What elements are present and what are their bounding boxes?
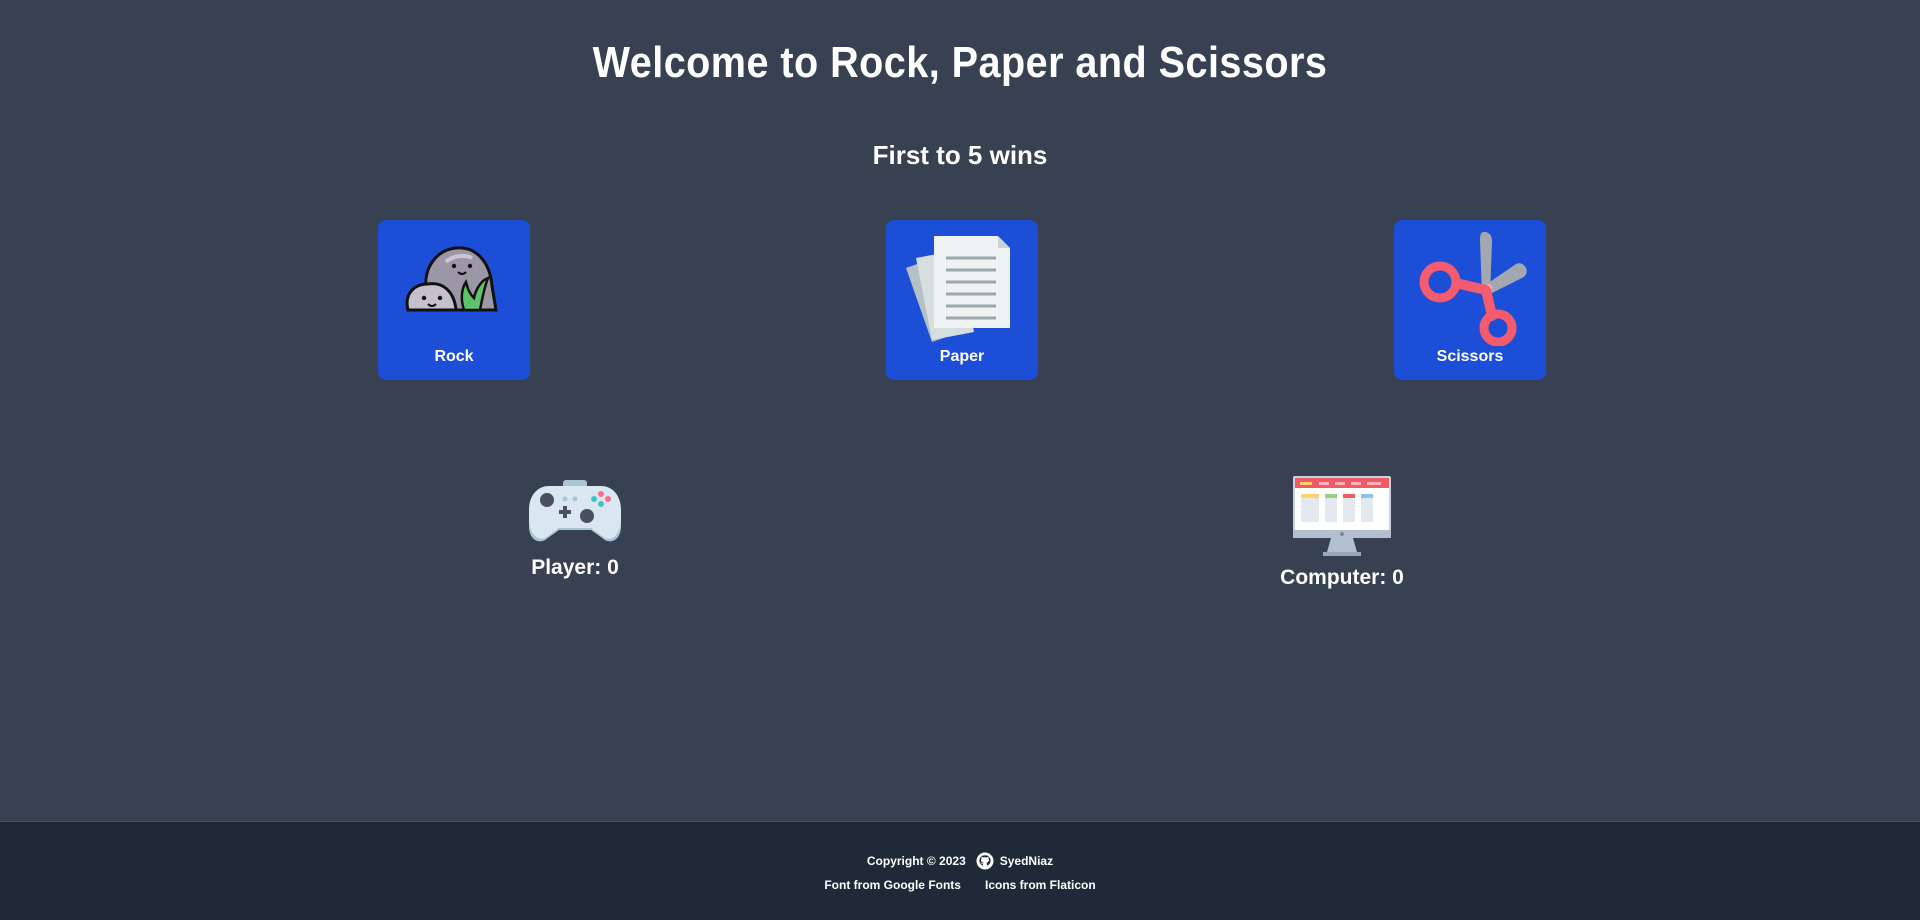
rock-icon: [405, 246, 498, 312]
github-author-link[interactable]: SyedNiaz: [976, 852, 1053, 870]
player-score: Player: 0: [465, 476, 685, 580]
copyright-text: Copyright © 2023: [866, 854, 966, 868]
footer-copyright-row: Copyright © 2023 SyedNiaz: [0, 852, 1920, 870]
scissors-icon: [1419, 232, 1527, 346]
page-title: Welcome to Rock, Paper and Scissors: [592, 38, 1328, 87]
icon-credit-link[interactable]: Icons from Flaticon: [985, 878, 1096, 892]
computer-score-text: Computer: 0: [1280, 566, 1404, 589]
rock-button[interactable]: Rock: [378, 220, 530, 380]
scissors-button[interactable]: Scissors: [1394, 220, 1546, 380]
computer-score: Computer: 0: [1232, 476, 1452, 590]
font-credit-link[interactable]: Font from Google Fonts: [824, 878, 961, 892]
page-footer: Copyright © 2023 SyedNiaz Font from Goog…: [0, 821, 1920, 920]
game-rule: First to 5 wins: [872, 140, 1048, 170]
paper-label: Paper: [939, 348, 985, 365]
player-score-text: Player: 0: [531, 556, 619, 579]
author-name: SyedNiaz: [999, 854, 1054, 868]
github-icon: [976, 852, 994, 870]
scissors-label: Scissors: [1436, 348, 1504, 365]
paper-button[interactable]: Paper: [886, 220, 1038, 380]
paper-icon: [906, 236, 1010, 342]
footer-credits-row: Font from Google Fonts Icons from Flatic…: [0, 878, 1920, 892]
computer-icon: [1293, 476, 1391, 556]
gamepad-icon: [529, 480, 621, 542]
rock-label: Rock: [434, 348, 474, 365]
game-area: Welcome to Rock, Paper and Scissors Firs…: [0, 0, 1920, 821]
